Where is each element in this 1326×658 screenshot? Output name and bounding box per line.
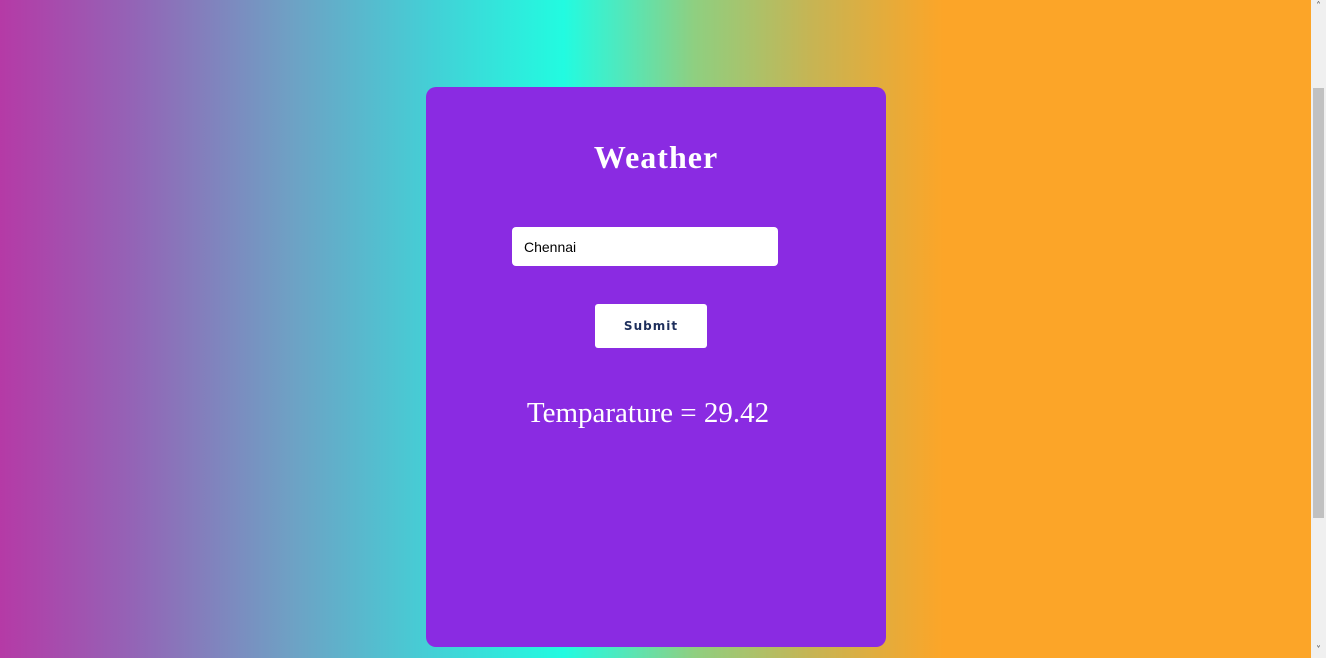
chevron-up-icon[interactable]: ˄ bbox=[1311, 0, 1326, 14]
page-title: Weather bbox=[593, 139, 719, 175]
scrollbar-thumb[interactable] bbox=[1313, 88, 1324, 518]
vertical-scrollbar[interactable]: ˄ ˅ bbox=[1311, 0, 1326, 658]
city-input[interactable] bbox=[512, 227, 778, 266]
temperature-readout: Temparature = 29.42 bbox=[526, 397, 770, 429]
chevron-down-icon[interactable]: ˅ bbox=[1311, 644, 1326, 658]
submit-button[interactable]: Submit bbox=[595, 304, 707, 348]
